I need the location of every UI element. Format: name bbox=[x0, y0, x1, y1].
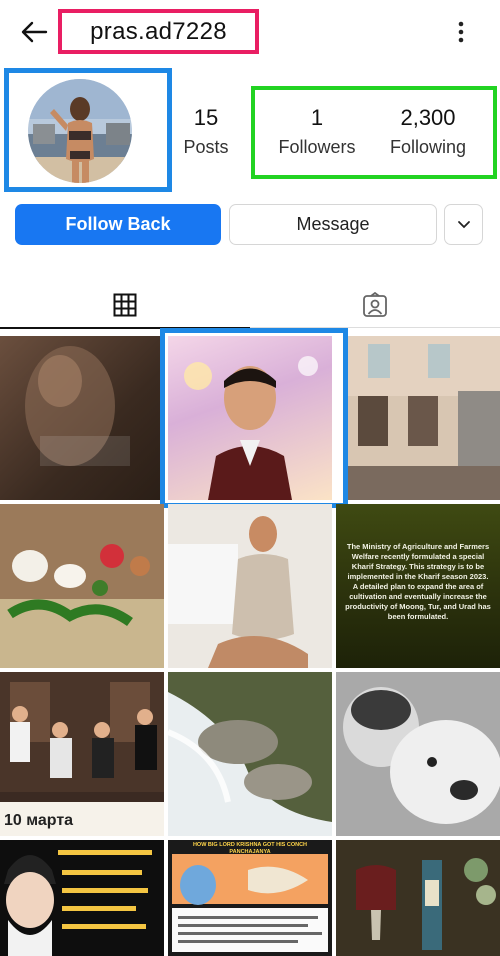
post-thumbnail-3[interactable] bbox=[348, 336, 500, 500]
username-highlight: pras.ad7228 bbox=[58, 9, 259, 54]
more-vertical-icon bbox=[458, 21, 464, 43]
post-thumbnail-1[interactable] bbox=[0, 336, 164, 500]
post-thumbnail-8[interactable] bbox=[168, 672, 332, 836]
tab-grid[interactable] bbox=[0, 282, 250, 329]
post-thumbnail-6[interactable]: The Ministry of Agriculture and Farmers … bbox=[336, 504, 500, 668]
back-button[interactable] bbox=[18, 16, 50, 48]
post-highlight bbox=[160, 328, 348, 508]
post-thumbnail-11[interactable]: HOW BIG LORD KRISHNA GOT HIS CONCH PANCH… bbox=[168, 840, 332, 956]
posts-stat[interactable]: 15 Posts bbox=[176, 105, 236, 158]
post-6-text: The Ministry of Agriculture and Farmers … bbox=[345, 542, 491, 621]
more-options-button[interactable] bbox=[450, 15, 472, 49]
followers-stat[interactable]: 1 Followers bbox=[270, 105, 364, 158]
followers-label: Followers bbox=[278, 137, 356, 157]
following-label: Following bbox=[389, 137, 467, 157]
tagged-person-icon bbox=[363, 291, 387, 317]
post-thumbnail-4[interactable] bbox=[0, 504, 164, 668]
post-thumbnail-10[interactable] bbox=[0, 840, 164, 956]
following-count: 2,300 bbox=[400, 105, 456, 130]
message-button[interactable]: Message bbox=[229, 204, 437, 245]
tab-tagged[interactable] bbox=[250, 282, 500, 328]
post-thumbnail-9[interactable] bbox=[336, 672, 500, 836]
chevron-down-icon bbox=[457, 220, 470, 228]
follow-back-button[interactable]: Follow Back bbox=[15, 204, 221, 245]
username-title: pras.ad7228 bbox=[90, 17, 227, 45]
followers-count: 1 bbox=[310, 105, 324, 130]
post-thumbnail-12[interactable] bbox=[336, 840, 500, 956]
grid-icon bbox=[113, 293, 137, 316]
avatar[interactable] bbox=[28, 79, 132, 183]
avatar-highlight bbox=[4, 68, 172, 192]
posts-label: Posts bbox=[183, 137, 229, 157]
post-thumbnail-5[interactable] bbox=[168, 504, 332, 668]
post-thumbnail-7[interactable]: 10 марта bbox=[0, 672, 164, 836]
post-7-caption: 10 марта bbox=[4, 812, 74, 829]
following-stat[interactable]: 2,300 Following bbox=[380, 105, 476, 158]
back-arrow-icon bbox=[21, 21, 48, 43]
suggestions-dropdown-button[interactable] bbox=[444, 204, 483, 245]
posts-count: 15 bbox=[193, 105, 219, 130]
